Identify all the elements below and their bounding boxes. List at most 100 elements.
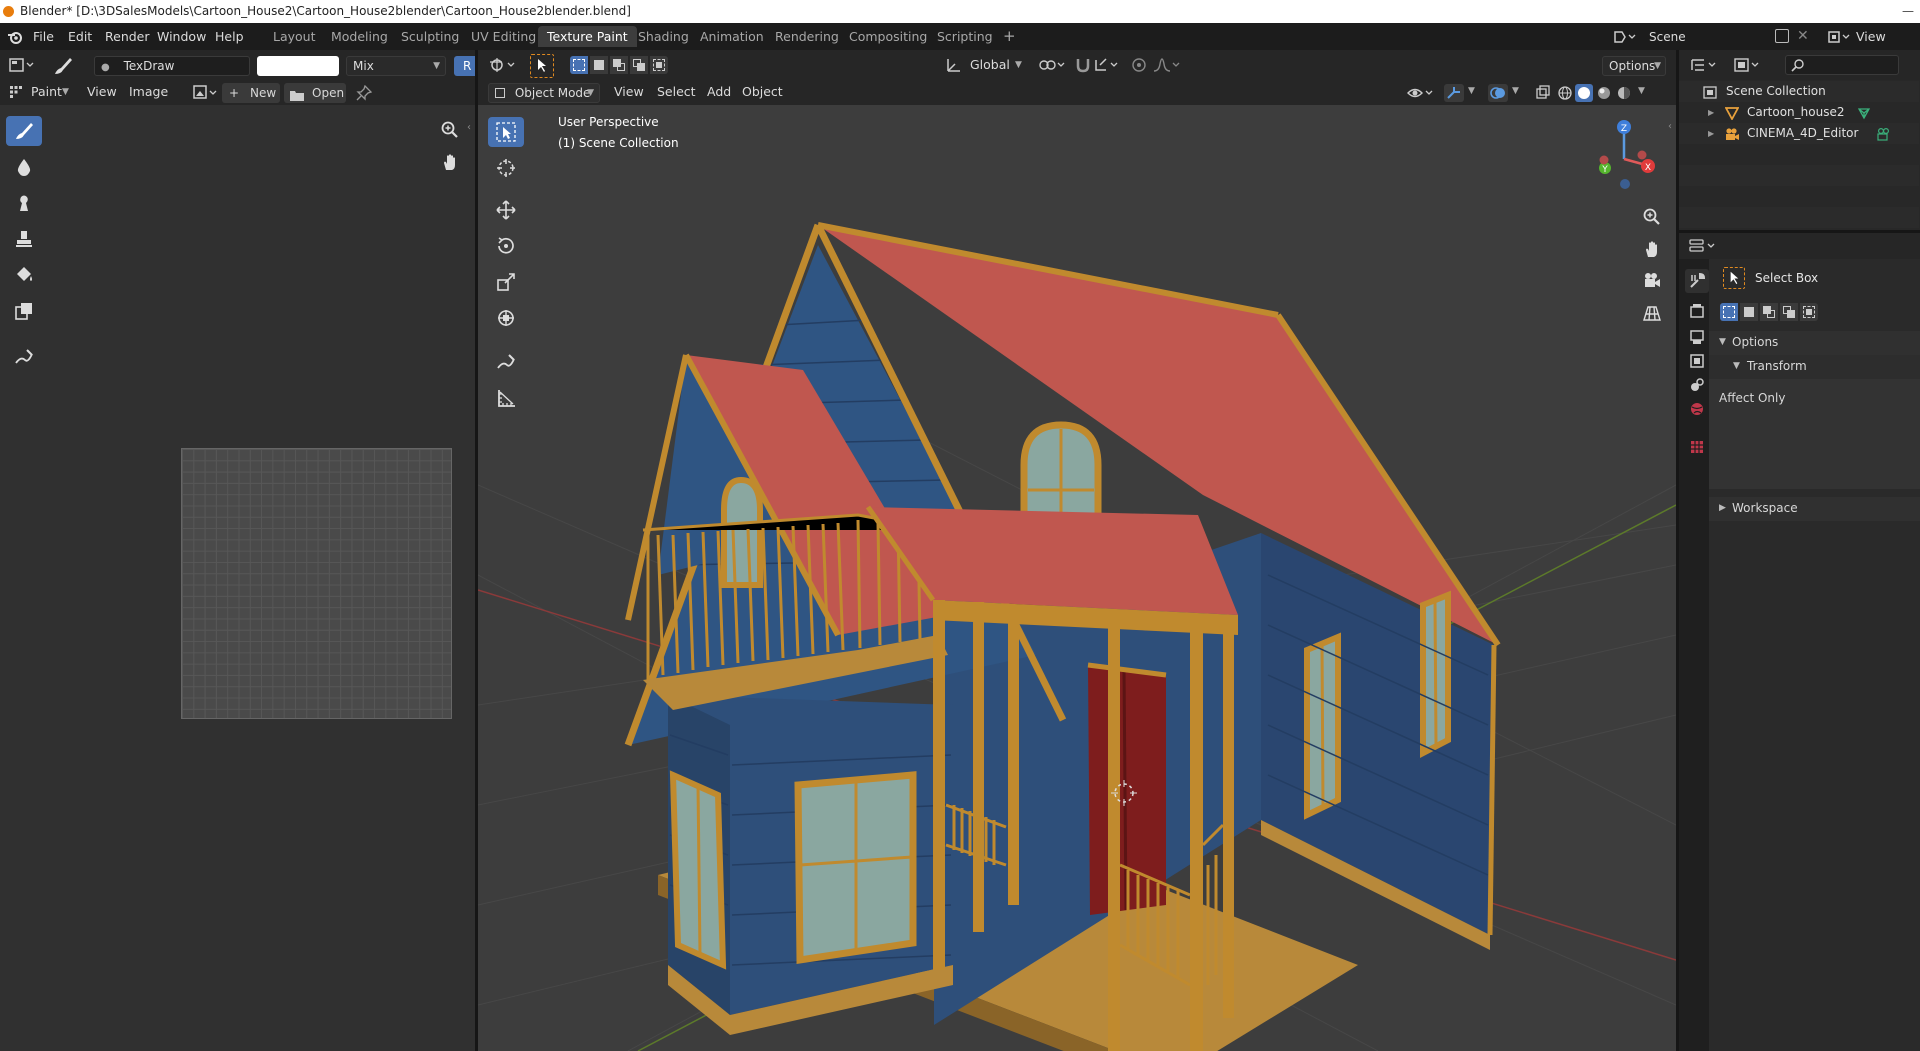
radius-field[interactable]: R bbox=[454, 56, 475, 76]
tab-scripting[interactable]: Scripting bbox=[928, 26, 1002, 47]
editor-type-icon[interactable] bbox=[8, 56, 36, 74]
tab-sculpting[interactable]: Sculpting bbox=[392, 26, 468, 47]
mode-intersect-icon[interactable] bbox=[1800, 303, 1818, 321]
menu-file[interactable]: File bbox=[33, 23, 54, 50]
proportional-edit-icon[interactable] bbox=[1130, 56, 1148, 74]
pan-hand-icon[interactable] bbox=[1638, 235, 1666, 263]
display-mode-icon[interactable] bbox=[1733, 56, 1763, 74]
camera-view-icon[interactable] bbox=[1638, 267, 1666, 295]
snap-icon[interactable] bbox=[1074, 56, 1092, 74]
gizmo-toggle-icon[interactable] bbox=[1444, 84, 1464, 102]
falloff-icon[interactable] bbox=[1152, 56, 1182, 74]
view-layer-name[interactable]: View Layer bbox=[1856, 23, 1920, 71]
wireframe-shading-icon[interactable] bbox=[1556, 84, 1574, 102]
sidebar-toggle-chevron-icon[interactable]: ‹ bbox=[467, 122, 471, 133]
smear-tool-button[interactable] bbox=[6, 188, 42, 218]
sidebar-toggle-chevron-icon[interactable]: ‹ bbox=[1668, 121, 1672, 132]
brush-icon[interactable] bbox=[52, 55, 74, 77]
menu-view[interactable]: View bbox=[614, 81, 644, 103]
soften-tool-button[interactable] bbox=[6, 152, 42, 182]
outliner-row-cinema-4d-editor[interactable]: ▶ CINEMA_4D_Editor bbox=[1679, 123, 1919, 144]
tab-texture-paint[interactable]: Texture Paint bbox=[538, 26, 637, 47]
add-workspace-button[interactable]: + bbox=[994, 26, 1025, 47]
tab-uv-editing[interactable]: UV Editing bbox=[462, 26, 545, 47]
clone-tool-button[interactable] bbox=[6, 224, 42, 254]
paint-mode-dropdown[interactable]: Paint bbox=[31, 81, 62, 103]
annotate-tool-button[interactable] bbox=[488, 347, 524, 377]
tab-rendering[interactable]: Rendering bbox=[766, 26, 848, 47]
tab-layout[interactable]: Layout bbox=[264, 26, 325, 47]
mode-difference-icon[interactable] bbox=[1780, 303, 1798, 321]
mode-extend-icon[interactable] bbox=[590, 56, 608, 74]
image-browse-icon[interactable] bbox=[192, 84, 220, 101]
measure-tool-button[interactable] bbox=[488, 383, 524, 413]
menu-help[interactable]: Help bbox=[215, 23, 244, 50]
scene-properties-tab[interactable] bbox=[1685, 373, 1709, 397]
chevron-down-icon[interactable]: ▼ bbox=[1638, 86, 1645, 96]
workspace-panel-header[interactable]: ▶ Workspace bbox=[1709, 497, 1920, 521]
delete-scene-icon[interactable]: ✕ bbox=[1797, 27, 1809, 45]
view-layer-icon[interactable] bbox=[1826, 28, 1852, 46]
overlays-toggle-icon[interactable] bbox=[1488, 84, 1508, 102]
outliner-editor-type-icon[interactable] bbox=[1689, 56, 1719, 74]
fill-tool-button[interactable] bbox=[6, 260, 42, 290]
tab-animation[interactable]: Animation bbox=[691, 26, 773, 47]
select-box-tool-button[interactable] bbox=[488, 117, 524, 147]
visibility-eye-icon[interactable] bbox=[1406, 84, 1436, 102]
outliner-row-cartoon-house2[interactable]: ▶ Cartoon_house2 bbox=[1679, 102, 1919, 123]
menu-object[interactable]: Object bbox=[742, 81, 783, 103]
draw-tool-button[interactable] bbox=[6, 116, 42, 146]
menu-render[interactable]: Render bbox=[105, 23, 150, 50]
brush-name-field[interactable]: ● TexDraw bbox=[94, 56, 250, 76]
mode-subtract-icon[interactable] bbox=[610, 56, 628, 74]
snap-target-icon[interactable] bbox=[1094, 56, 1122, 74]
menu-image[interactable]: Image bbox=[129, 81, 168, 103]
tab-modeling[interactable]: Modeling bbox=[322, 26, 397, 47]
pin-icon[interactable] bbox=[356, 84, 373, 101]
output-properties-tab[interactable] bbox=[1685, 325, 1709, 349]
viewport-canvas[interactable]: User Perspective (1) Scene Collection Z … bbox=[478, 105, 1676, 1051]
mask-tool-button[interactable] bbox=[6, 296, 42, 326]
mode-difference-icon[interactable] bbox=[630, 56, 648, 74]
pivot-point-icon[interactable] bbox=[1038, 56, 1068, 74]
new-image-button[interactable]: + New bbox=[222, 83, 280, 103]
expand-arrow-icon[interactable]: ▶ bbox=[1708, 102, 1714, 123]
cursor-tool-button[interactable] bbox=[488, 153, 524, 183]
options-dropdown[interactable]: Options ▼ bbox=[1602, 56, 1666, 76]
brush-color-swatch[interactable] bbox=[257, 56, 339, 76]
transform-orientation-dropdown[interactable]: Global bbox=[970, 54, 1010, 76]
menu-edit[interactable]: Edit bbox=[68, 23, 92, 50]
outliner-search-input[interactable] bbox=[1785, 55, 1899, 75]
mode-subtract-icon[interactable] bbox=[1760, 303, 1778, 321]
scene-selector-icon[interactable] bbox=[1612, 28, 1638, 46]
chevron-down-icon[interactable]: ▼ bbox=[1512, 86, 1519, 96]
viewport-editor-type-icon[interactable] bbox=[488, 56, 518, 74]
options-panel-header[interactable]: ▼ Options bbox=[1709, 331, 1920, 355]
select-mode-buttons[interactable] bbox=[570, 56, 668, 74]
expand-arrow-icon[interactable]: ▶ bbox=[1708, 123, 1714, 144]
menu-view[interactable]: View bbox=[87, 81, 117, 103]
chevron-down-icon[interactable]: ▼ bbox=[1468, 86, 1475, 96]
mode-new-icon[interactable] bbox=[1720, 303, 1738, 321]
scale-tool-button[interactable] bbox=[488, 267, 524, 297]
perspective-toggle-icon[interactable] bbox=[1638, 299, 1666, 327]
menu-add[interactable]: Add bbox=[707, 81, 731, 103]
properties-editor-type-icon[interactable] bbox=[1688, 237, 1718, 255]
blend-mode-dropdown[interactable]: Mix ▼ bbox=[346, 56, 446, 76]
transform-tool-button[interactable] bbox=[488, 303, 524, 333]
transform-subpanel-header[interactable]: ▼ Transform bbox=[1709, 355, 1920, 379]
menu-select[interactable]: Select bbox=[657, 81, 696, 103]
xray-toggle-icon[interactable] bbox=[1534, 84, 1552, 102]
open-image-button[interactable]: Open bbox=[284, 83, 346, 103]
menu-window[interactable]: Window bbox=[157, 23, 206, 50]
mode-extend-icon[interactable] bbox=[1740, 303, 1758, 321]
solid-shading-icon[interactable] bbox=[1575, 84, 1593, 102]
world-properties-tab[interactable] bbox=[1685, 397, 1709, 421]
select-tool-icon[interactable] bbox=[530, 54, 554, 78]
view-layer-properties-tab[interactable] bbox=[1685, 349, 1709, 373]
minimize-button[interactable]: — bbox=[1902, 0, 1914, 23]
new-scene-icon[interactable] bbox=[1775, 29, 1789, 43]
render-properties-tab[interactable] bbox=[1685, 299, 1709, 323]
annotate-tool-button[interactable] bbox=[6, 342, 42, 372]
properties-select-mode-buttons[interactable] bbox=[1720, 303, 1820, 321]
